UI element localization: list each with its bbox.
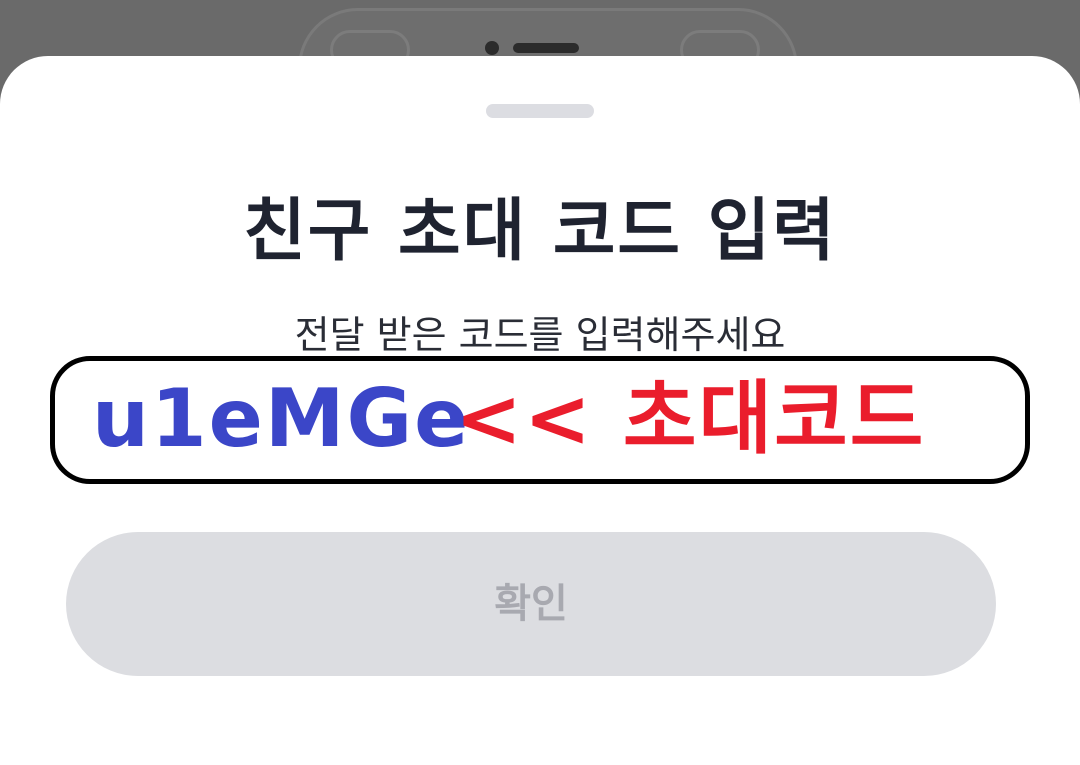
dialog-title: 친구 초대 코드 입력 [243,192,837,271]
drag-handle[interactable] [486,104,594,118]
invite-code-value: u1eMGe [92,372,471,465]
confirm-button[interactable]: 확인 [66,532,996,676]
phone-speaker-icon [513,43,579,53]
dialog-subtitle: 전달 받은 코드를 입력해주세요 [294,313,786,357]
invite-code-annotation: << 초대코드 [455,372,926,465]
phone-camera-icon [485,41,499,55]
